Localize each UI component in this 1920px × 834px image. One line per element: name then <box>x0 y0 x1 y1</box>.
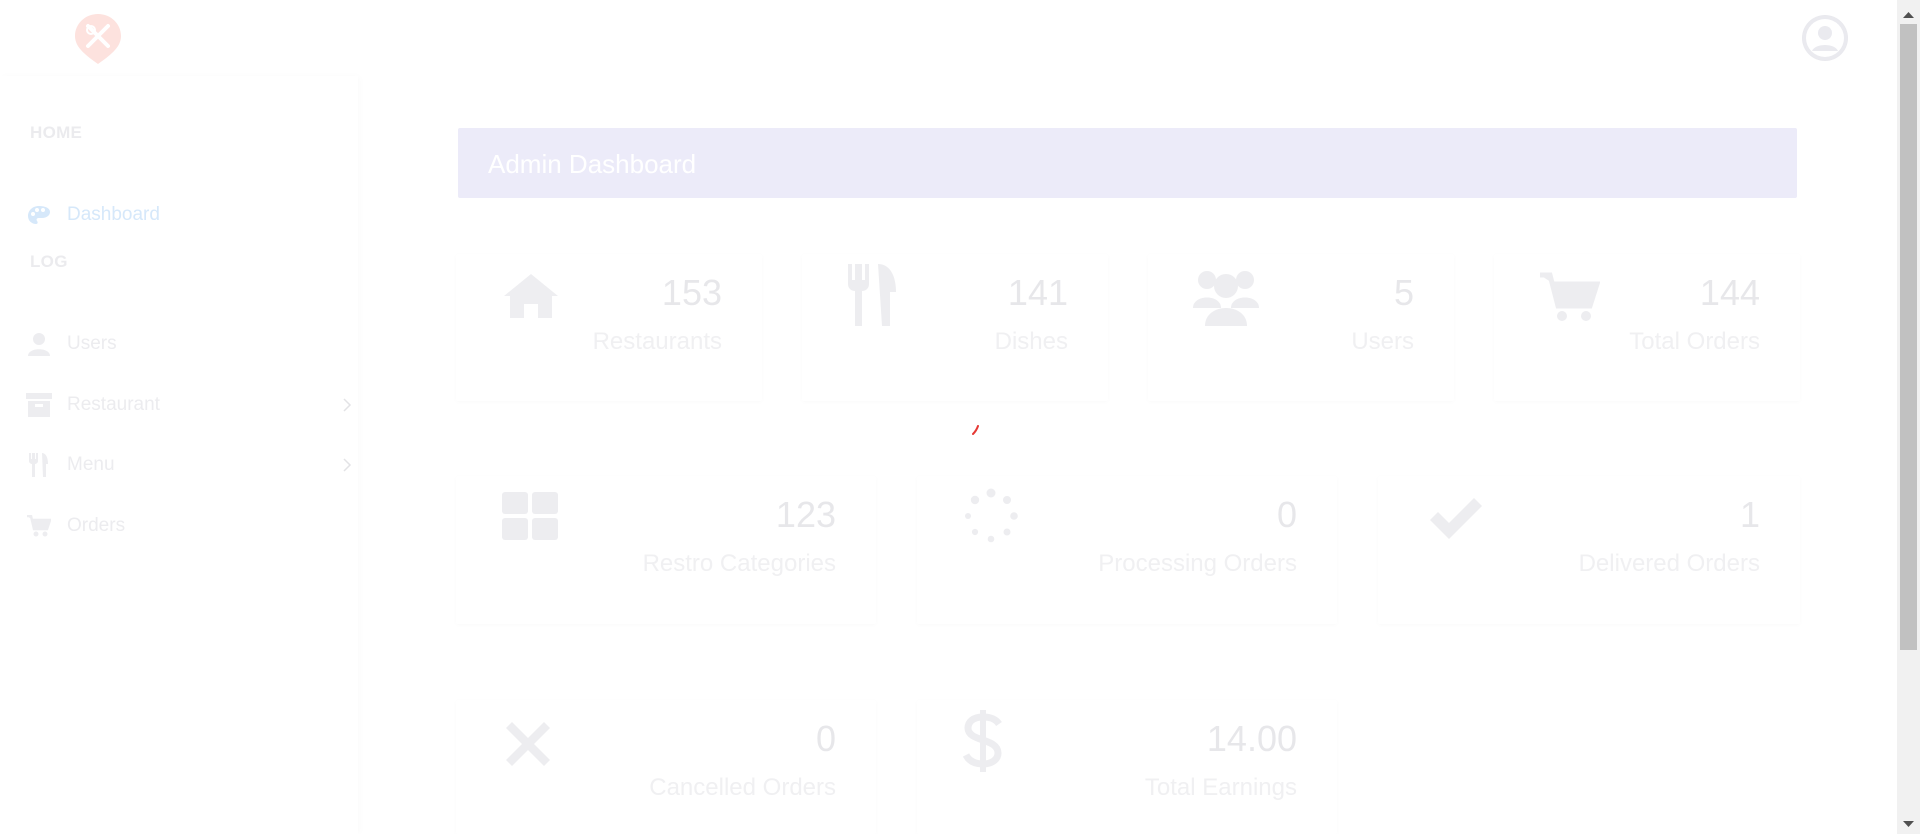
stat-label: Cancelled Orders <box>649 774 836 801</box>
top-bar <box>0 0 1897 76</box>
page-title: Admin Dashboard <box>488 149 697 179</box>
stat-label: Dishes <box>994 328 1068 355</box>
cutlery-icon <box>26 452 52 478</box>
sidebar-item-label: Orders <box>67 515 126 536</box>
home-icon <box>502 272 560 325</box>
user-avatar[interactable] <box>1802 15 1848 61</box>
stat-card-delivered-orders[interactable]: 1 Delivered Orders <box>1378 476 1800 624</box>
spinner-icon <box>963 488 1019 549</box>
stat-label: Total Orders <box>1629 328 1760 355</box>
stat-value: 123 <box>775 494 836 535</box>
stat-card-restro-categories[interactable]: 123 Restro Categories <box>456 476 876 624</box>
chevron-right-icon <box>342 457 352 478</box>
stat-label: Delivered Orders <box>1578 550 1760 577</box>
stat-value: 0 <box>815 718 836 759</box>
stat-card-total-orders[interactable]: 144 Total Orders <box>1494 254 1800 401</box>
scroll-up-arrow-icon[interactable] <box>1903 6 1914 24</box>
archive-icon <box>26 392 52 418</box>
sidebar-item-label: Dashboard <box>67 204 160 225</box>
stat-card-restaurants[interactable]: 153 Restaurants <box>456 254 762 401</box>
stat-label: Restro Categories <box>642 550 836 577</box>
sidebar-item-orders[interactable]: Orders <box>26 506 346 546</box>
stat-card-users[interactable]: 5 Users <box>1148 254 1454 401</box>
nav-heading-home: HOME <box>30 123 83 142</box>
sidebar: HOME Dashboard LOG Users Restaurant Menu… <box>0 76 358 834</box>
cart-icon <box>1540 272 1601 327</box>
stat-value: 5 <box>1393 272 1414 313</box>
avatar-icon <box>1803 16 1847 60</box>
sidebar-item-label: Restaurant <box>67 394 160 415</box>
stat-value: 14.00 <box>1206 718 1297 759</box>
stat-card-processing-orders[interactable]: 0 Processing Orders <box>917 476 1337 624</box>
stat-value: 1 <box>1739 494 1760 535</box>
scroll-down-arrow-icon[interactable] <box>1903 815 1914 833</box>
sidebar-item-menu[interactable]: Menu <box>26 445 352 485</box>
users-icon <box>1193 266 1259 331</box>
stat-label: Processing Orders <box>1098 550 1297 577</box>
stat-card-cancelled-orders[interactable]: 0 Cancelled Orders <box>456 700 876 834</box>
sidebar-item-label: Users <box>67 333 117 354</box>
stat-card-total-earnings[interactable]: 14.00 Total Earnings <box>917 700 1337 834</box>
stat-value: 153 <box>661 272 722 313</box>
loading-spinner-icon <box>972 422 980 440</box>
cart-icon <box>26 513 52 539</box>
palette-icon <box>26 202 52 228</box>
logo-icon <box>75 14 121 64</box>
logo[interactable] <box>73 12 123 66</box>
sidebar-item-restaurant[interactable]: Restaurant <box>26 385 352 425</box>
stat-value: 144 <box>1699 272 1760 313</box>
stat-value: 141 <box>1007 272 1068 313</box>
close-icon <box>506 722 550 771</box>
stat-value: 0 <box>1276 494 1297 535</box>
stat-label: Total Earnings <box>1144 774 1297 801</box>
sidebar-item-dashboard[interactable]: Dashboard <box>26 195 346 235</box>
sidebar-item-users[interactable]: Users <box>26 324 346 364</box>
scrollbar-thumb[interactable] <box>1900 24 1917 650</box>
vertical-scrollbar[interactable] <box>1897 0 1920 834</box>
user-icon <box>26 331 52 357</box>
chevron-right-icon <box>342 397 352 418</box>
stat-label: Restaurants <box>592 328 722 355</box>
page-header: Admin Dashboard <box>458 128 1797 198</box>
check-icon <box>1428 498 1484 547</box>
cutlery-icon <box>846 264 898 331</box>
app-root: HOME Dashboard LOG Users Restaurant Menu… <box>0 0 1920 834</box>
sidebar-item-label: Menu <box>67 454 115 475</box>
dollar-icon <box>962 710 1003 777</box>
stat-card-dishes[interactable]: 141 Dishes <box>802 254 1108 401</box>
grid-icon <box>502 492 558 545</box>
stat-label: Users <box>1351 328 1414 355</box>
nav-heading-log: LOG <box>30 252 68 271</box>
